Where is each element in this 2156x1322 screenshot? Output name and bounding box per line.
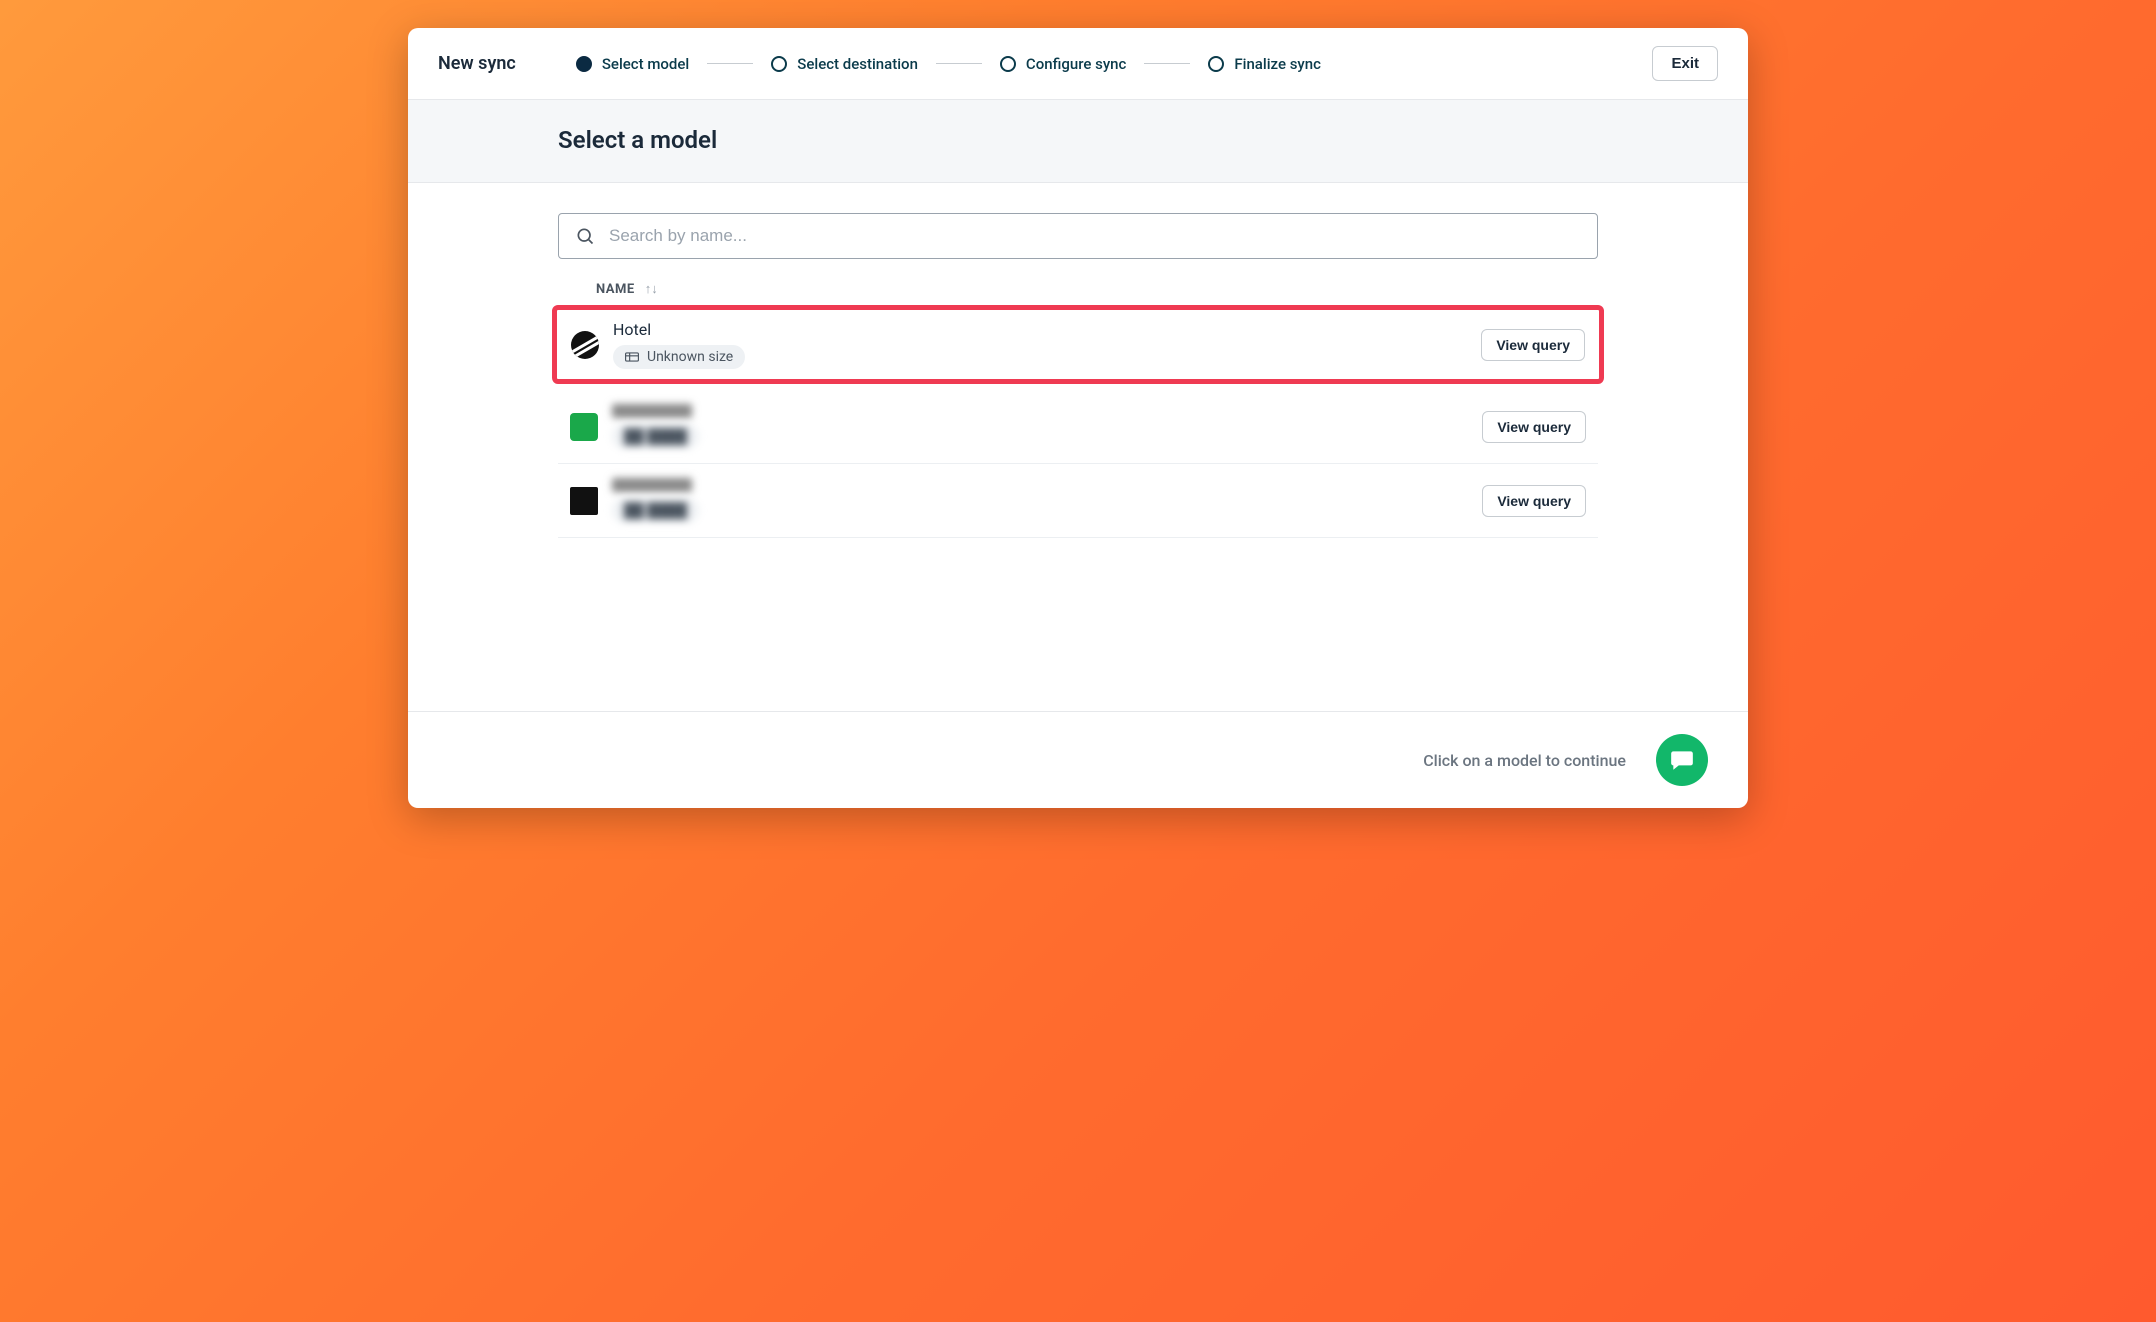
search-input[interactable] [609,226,1581,246]
step-select-model[interactable]: Select model [576,55,689,73]
step-circle-icon [771,56,787,72]
source-icon [571,331,599,359]
model-name [612,404,692,418]
stepper: Select model Select destination Configur… [576,55,1653,73]
chat-widget-button[interactable] [1656,734,1708,786]
step-label: Configure sync [1026,55,1126,73]
step-circle-icon [1000,56,1016,72]
subheader: Select a model [408,100,1748,183]
footer: Click on a model to continue [408,711,1748,808]
app-window: New sync Select model Select destination… [408,28,1748,808]
size-label: ██ ████ [624,502,687,519]
size-label: Unknown size [647,349,733,365]
size-label: ██ ████ [624,428,687,445]
content: NAME ↑↓ Hotel Unknown size [408,183,1748,711]
search-field-wrap[interactable] [558,213,1598,259]
step-circle-icon [576,56,592,72]
footer-hint: Click on a model to continue [1423,751,1626,770]
step-divider [707,63,753,64]
row-body: ██ ████ [612,478,1468,523]
search-icon [575,226,595,246]
step-divider [936,63,982,64]
chat-icon [1669,747,1695,773]
model-row[interactable]: ██ ████ View query [558,390,1598,464]
page-title: New sync [438,53,516,74]
step-divider [1144,63,1190,64]
source-icon [570,413,598,441]
section-title: Select a model [558,126,1598,154]
step-label: Select destination [797,55,918,73]
column-name-header[interactable]: NAME [596,282,635,297]
model-row[interactable]: Hotel Unknown size View query [552,305,1604,384]
size-badge: Unknown size [613,345,745,369]
view-query-button[interactable]: View query [1482,485,1586,517]
step-configure-sync[interactable]: Configure sync [1000,55,1126,73]
row-body: ██ ████ [612,404,1468,449]
size-badge: ██ ████ [612,424,699,449]
size-badge: ██ ████ [612,498,699,523]
table-icon [625,351,639,363]
view-query-button[interactable]: View query [1481,329,1585,361]
step-select-destination[interactable]: Select destination [771,55,918,73]
table-header: NAME ↑↓ [558,259,1598,307]
row-body: Hotel Unknown size [613,320,1467,369]
view-query-button[interactable]: View query [1482,411,1586,443]
exit-button[interactable]: Exit [1652,46,1718,81]
source-icon [570,487,598,515]
model-name: Hotel [613,320,1467,339]
model-row[interactable]: ██ ████ View query [558,464,1598,538]
sort-arrows-icon[interactable]: ↑↓ [645,281,658,297]
step-finalize-sync[interactable]: Finalize sync [1208,55,1321,73]
step-label: Select model [602,55,689,73]
model-name [612,478,692,492]
step-label: Finalize sync [1234,55,1321,73]
topbar: New sync Select model Select destination… [408,28,1748,100]
step-circle-icon [1208,56,1224,72]
